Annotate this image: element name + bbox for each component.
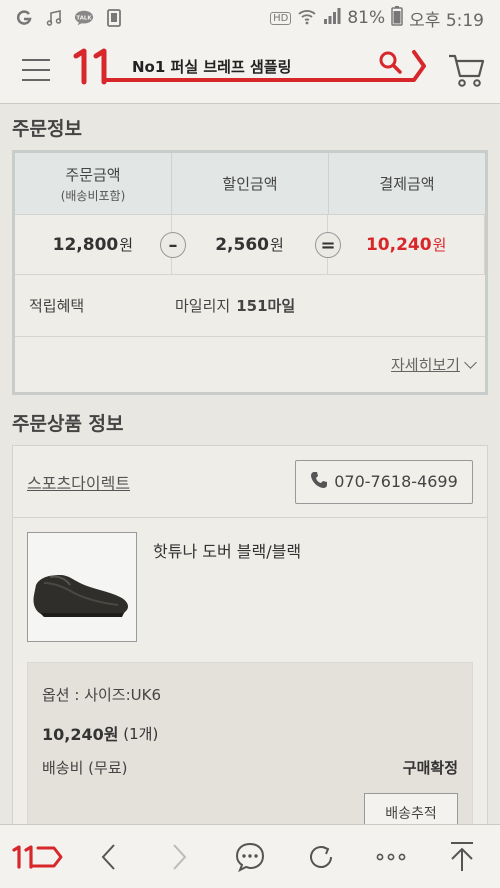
discount-amount-value: 2,560: [215, 234, 269, 255]
order-amount-label: 주문금액: [65, 165, 121, 184]
discount-amount-label: 할인금액: [222, 175, 278, 193]
browser-bottom-bar: [0, 824, 500, 888]
refresh-icon[interactable]: [293, 829, 349, 885]
pay-amount-header: 결제금액: [329, 153, 485, 214]
chevron-down-icon: [464, 355, 477, 369]
order-amount-cell: 12,800 원: [15, 215, 172, 274]
hd-badge: HD: [270, 11, 292, 25]
clock: 오후 5:19: [409, 10, 484, 31]
scroll-top-icon[interactable]: [434, 829, 490, 885]
item-quantity: (1개): [123, 724, 159, 743]
hamburger-menu-icon[interactable]: [0, 36, 72, 104]
11st-home-icon[interactable]: [10, 829, 66, 885]
order-summary-values: 12,800 원 2,560 원 10,240 원 – =: [15, 215, 486, 275]
battery-icon: [391, 5, 403, 31]
shipping-fee: 배송비 (무료): [42, 758, 128, 777]
order-item[interactable]: 핫튜나 도버 블랙/블랙: [13, 518, 487, 662]
reward-value: 151마일: [236, 297, 296, 315]
phone-icon: [310, 471, 328, 493]
app-header: No1 퍼실 브레프 샘플링: [0, 36, 500, 104]
music-icon: [44, 8, 64, 28]
order-item-details: 옵션 : 사이즈:UK6 10,240원 (1개) 배송비 (무료) 구매확정 …: [27, 662, 473, 824]
pay-amount-value: 10,240: [365, 234, 432, 255]
detail-link-text[interactable]: 자세히보기: [391, 354, 460, 375]
reward-prefix: 마일리지: [175, 297, 231, 315]
order-amount-unit: 원: [119, 236, 134, 254]
cart-icon[interactable]: [432, 36, 500, 104]
price-line: 10,240원 (1개): [42, 713, 458, 753]
option-text: 옵션 : 사이즈:UK6: [42, 685, 162, 704]
track-delivery-button[interactable]: 배송추적: [364, 793, 458, 824]
discount-amount-header: 할인금액: [172, 153, 329, 214]
search-bar[interactable]: No1 퍼실 브레프 샘플링: [72, 36, 432, 104]
pay-amount-cell: 10,240 원: [328, 215, 486, 274]
item-price: 10,240원: [42, 725, 119, 744]
order-amount-value: 12,800: [52, 234, 119, 255]
wifi-icon: [297, 7, 317, 30]
pay-amount-unit: 원: [432, 236, 447, 254]
svg-text:TALK: TALK: [76, 15, 92, 21]
order-summary-table: 주문금액 (배송비포함) 할인금액 결제금액 12,800 원 2,560 원 10…: [12, 150, 488, 395]
pay-amount-label: 결제금액: [379, 175, 435, 193]
product-card: 스포츠다이렉트 070-7618-4699 핫튜나 도버 블랙/블랙 옵션 : …: [12, 445, 488, 824]
discount-amount-cell: 2,560 원: [172, 215, 329, 274]
call-seller-button[interactable]: 070-7618-4699: [295, 459, 473, 504]
more-icon[interactable]: [363, 829, 419, 885]
forward-icon[interactable]: [151, 829, 207, 885]
shoe-image-icon: [33, 575, 128, 617]
minus-icon: –: [160, 232, 186, 258]
equals-icon: =: [315, 232, 341, 258]
sim-icon: [104, 8, 124, 28]
product-thumbnail[interactable]: [27, 532, 137, 642]
phone-number: 070-7618-4699: [334, 472, 458, 491]
product-name[interactable]: 핫튜나 도버 블랙/블랙: [153, 538, 301, 648]
product-info-title: 주문상품 정보: [12, 412, 124, 435]
back-icon[interactable]: [81, 829, 137, 885]
detail-link[interactable]: 자세히보기: [15, 337, 485, 392]
reward-row: 적립혜택 마일리지 151마일: [15, 275, 485, 337]
order-amount-header: 주문금액 (배송비포함): [15, 153, 172, 214]
order-amount-sublabel: (배송비포함): [60, 188, 126, 203]
signal-icon: [323, 7, 341, 30]
g-icon: [14, 8, 34, 28]
order-summary-header: 주문금액 (배송비포함) 할인금액 결제금액: [15, 153, 485, 215]
discount-amount-unit: 원: [269, 236, 284, 254]
order-status: 구매확정: [402, 758, 458, 777]
chat-icon[interactable]: [222, 829, 278, 885]
search-icon[interactable]: [378, 50, 404, 80]
search-keyword: No1 퍼실 브레프 샘플링: [132, 57, 292, 76]
status-bar: TALK HD 81% 오후 5:19: [0, 0, 500, 36]
seller-link[interactable]: 스포츠다이렉트: [27, 470, 130, 494]
order-info-title: 주문정보: [12, 117, 82, 140]
talk-icon: TALK: [74, 8, 94, 28]
shipping-line: 배송비 (무료) 구매확정: [42, 753, 458, 781]
page-content[interactable]: 주문정보 주문금액 (배송비포함) 할인금액 결제금액 12,800 원 2,56…: [0, 104, 500, 824]
reward-label: 적립혜택: [29, 297, 85, 315]
seller-row: 스포츠다이렉트 070-7618-4699: [13, 446, 487, 518]
battery-percent: 81%: [347, 8, 386, 28]
